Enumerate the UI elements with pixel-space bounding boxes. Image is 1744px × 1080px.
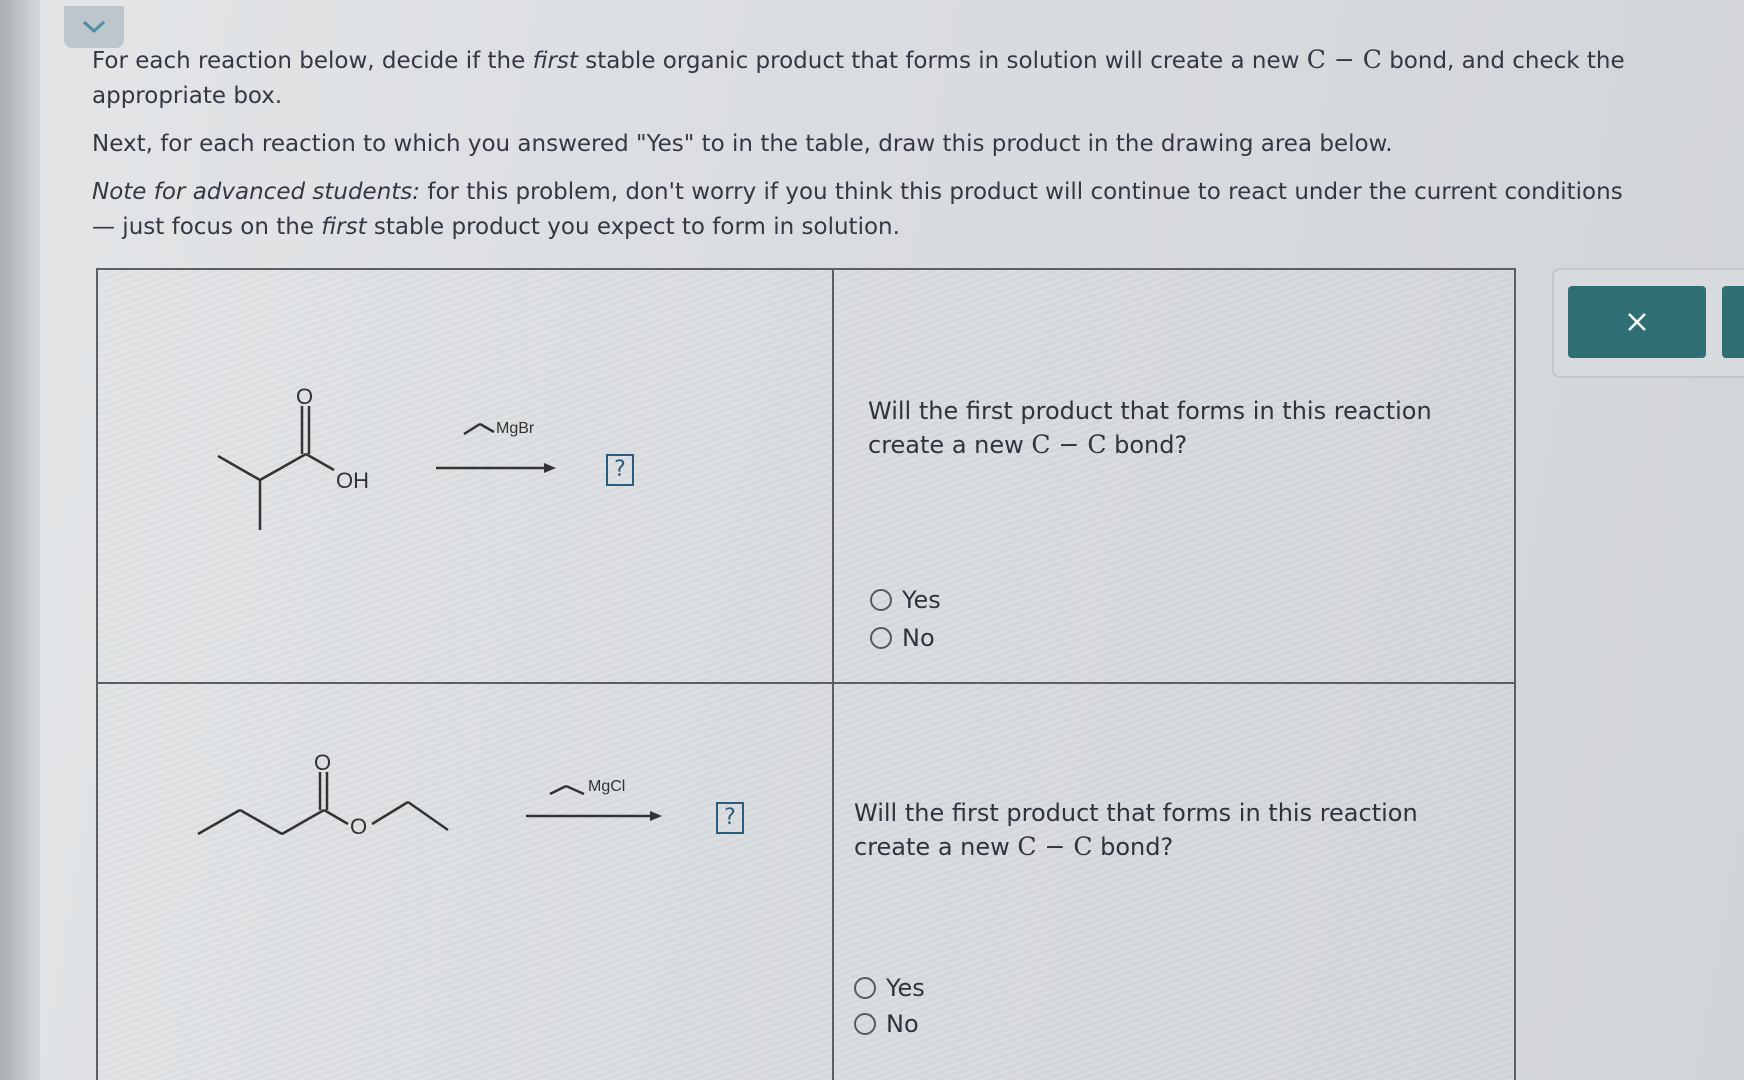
reaction-1-yes-option[interactable]: Yes	[870, 586, 941, 614]
instruction-paragraph-2: Next, for each reaction to which you ans…	[92, 131, 1393, 157]
ester-oxygen-label: O	[350, 814, 368, 839]
radio-button[interactable]	[870, 627, 892, 649]
reaction-1-structure	[217, 406, 556, 530]
reaction-1-scheme: O OH MgBr ?	[98, 270, 832, 682]
next-button[interactable]	[1722, 286, 1744, 358]
reaction-2-scheme: O O MgCl ?	[98, 684, 832, 1080]
table-divider-vertical	[832, 270, 834, 1080]
carbonyl-oxygen-label: O	[296, 384, 314, 409]
reaction-1-no-option[interactable]: No	[870, 624, 935, 652]
instructions: For each reaction below, decide if the f…	[92, 42, 1632, 258]
close-button[interactable]	[1568, 286, 1706, 358]
reaction-table: O OH MgBr ? Will the first product that …	[96, 268, 1516, 1080]
reaction-2-structure	[197, 772, 662, 836]
page: For each reaction below, decide if the f…	[0, 0, 1744, 1080]
reaction-2-yes-option[interactable]: Yes	[854, 974, 925, 1002]
radio-button[interactable]	[854, 977, 876, 999]
reaction-2-no-option[interactable]: No	[854, 1010, 919, 1038]
chevron-down-icon	[82, 20, 106, 34]
carbonyl-oxygen-label: O	[314, 750, 332, 775]
radio-button[interactable]	[854, 1013, 876, 1035]
product-placeholder[interactable]: ?	[716, 802, 744, 834]
reaction-1-question: Will the first product that forms in thi…	[868, 397, 1432, 459]
product-placeholder[interactable]: ?	[606, 454, 634, 486]
left-edge	[0, 0, 40, 1080]
radio-button[interactable]	[870, 589, 892, 611]
reagent-label: MgBr	[496, 420, 535, 437]
hydroxyl-label: OH	[336, 468, 369, 493]
reaction-2-question: Will the first product that forms in thi…	[854, 799, 1418, 861]
close-icon	[1628, 313, 1646, 331]
instruction-paragraph-1: For each reaction below, decide if the f…	[92, 45, 1625, 109]
instruction-note: Note for advanced students: for this pro…	[92, 179, 1623, 240]
reagent-label: MgCl	[588, 778, 626, 795]
